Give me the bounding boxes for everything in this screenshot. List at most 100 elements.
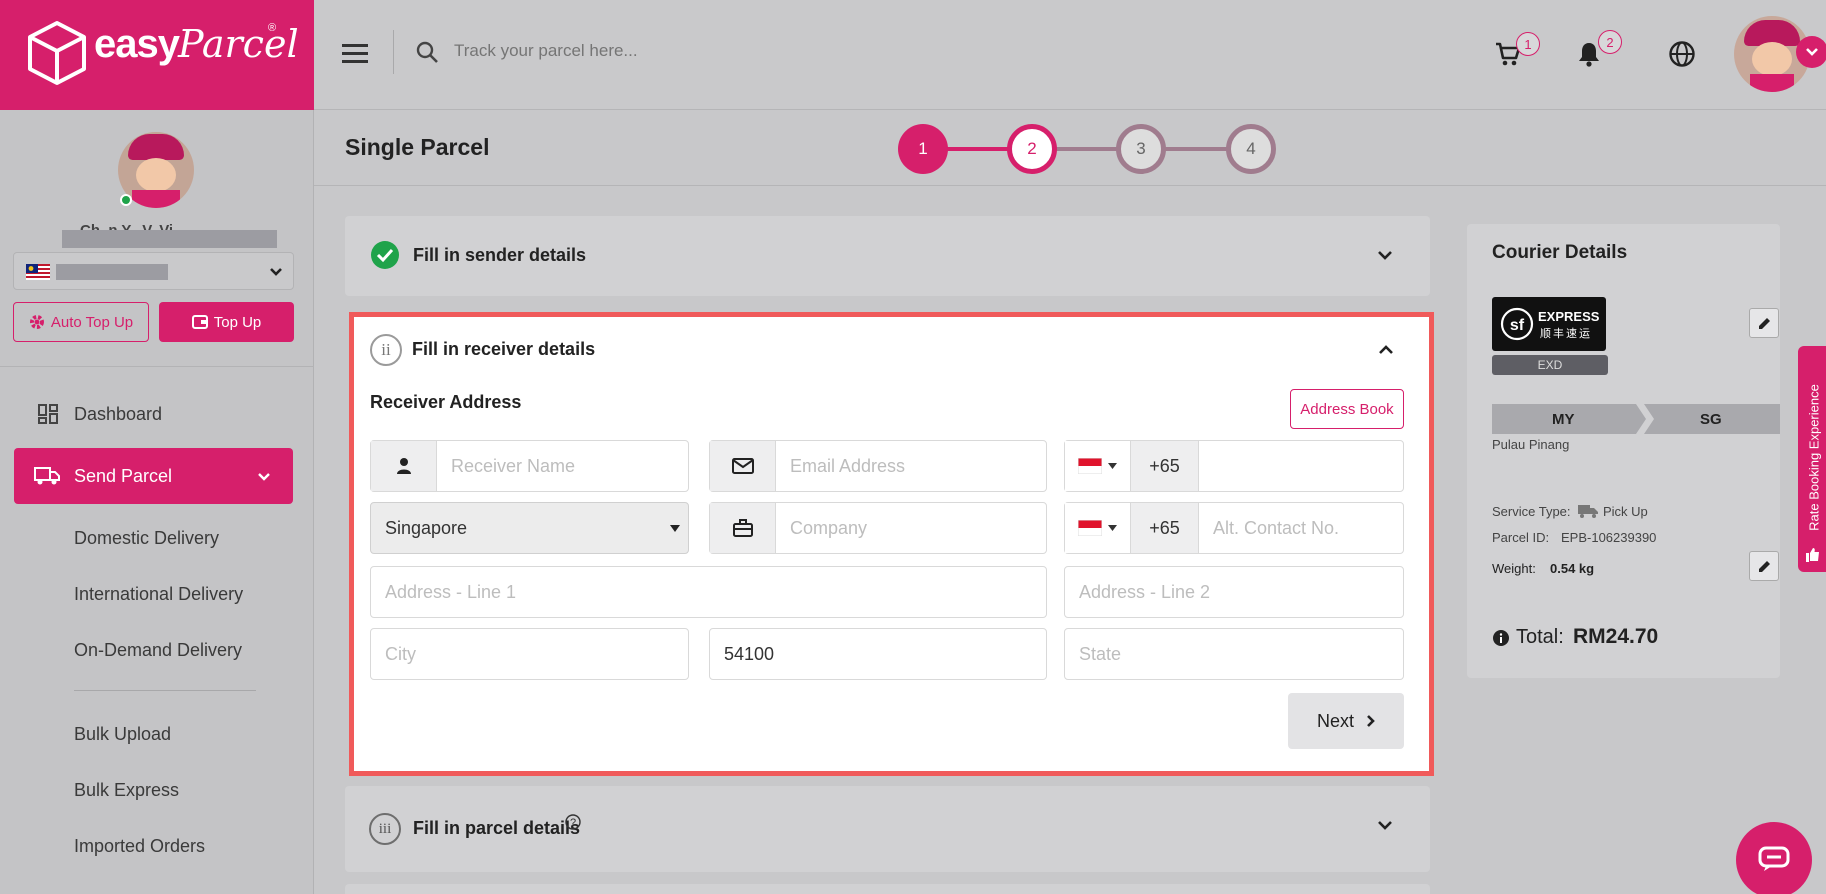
chat-button[interactable] <box>1736 822 1812 894</box>
chevron-down-icon <box>1378 821 1392 830</box>
sidebar-item-international-delivery[interactable]: International Delivery <box>74 584 243 605</box>
address-line-1-placeholder: Address - Line 1 <box>385 581 517 602</box>
menu-icon[interactable] <box>342 43 368 63</box>
address-line-1-field[interactable]: Address - Line 1 <box>370 566 1047 618</box>
notifications-button[interactable]: 2 <box>1576 30 1622 72</box>
sidebar-item-bulk-upload[interactable]: Bulk Upload <box>74 724 171 745</box>
state-placeholder: State <box>1079 643 1122 664</box>
check-circle-icon <box>371 241 399 269</box>
alt-contact-placeholder: Alt. Contact No. <box>1213 517 1340 538</box>
info-icon[interactable] <box>1492 629 1510 647</box>
city-placeholder: City <box>385 643 416 664</box>
total-label: Total: <box>1516 626 1564 648</box>
alt-phone-country-picker[interactable] <box>1065 503 1131 553</box>
courier-logo: sf EXPRESS 顺丰速运 <box>1492 297 1606 351</box>
alt-contact-field[interactable]: +65 Alt. Contact No. <box>1064 502 1404 554</box>
svg-text:sf: sf <box>1510 317 1525 334</box>
sidebar-item-dashboard[interactable]: Dashboard <box>14 386 293 442</box>
sender-section[interactable]: Fill in sender details <box>345 216 1430 296</box>
courier-logo-line2: 顺丰速运 <box>1540 328 1592 340</box>
next-button[interactable]: Next <box>1288 693 1404 749</box>
sidebar-item-domestic-delivery[interactable]: Domestic Delivery <box>74 528 219 549</box>
pencil-icon <box>1758 317 1770 329</box>
email-field[interactable]: Email Address <box>709 440 1047 492</box>
step-2[interactable]: 2 <box>1007 124 1057 174</box>
globe-icon[interactable] <box>1668 40 1696 68</box>
postcode-value: 54100 <box>724 643 775 664</box>
sidebar-item-label: Send Parcel <box>74 465 173 486</box>
alt-phone-code: +65 <box>1131 503 1199 553</box>
company-field[interactable]: Company <box>709 502 1047 554</box>
caret-down-icon <box>670 525 680 532</box>
country-select[interactable]: Singapore <box>370 502 689 554</box>
phone-code: +65 <box>1131 441 1199 491</box>
sidebar-item-label: Dashboard <box>74 403 163 424</box>
courier-details-heading: Courier Details <box>1492 242 1628 263</box>
edit-courier-button[interactable] <box>1749 308 1779 338</box>
receiver-name-placeholder: Receiver Name <box>451 455 576 476</box>
person-icon <box>396 458 411 474</box>
divider <box>0 366 314 367</box>
online-status-dot <box>120 194 132 206</box>
account-menu-toggle[interactable] <box>1796 36 1826 68</box>
step-1[interactable]: 1 <box>898 124 948 174</box>
courier-logo-line1: EXPRESS <box>1538 309 1600 324</box>
truck-icon <box>1578 505 1598 518</box>
sidebar-item-send-parcel[interactable]: Send Parcel <box>14 448 293 504</box>
step-3[interactable]: 3 <box>1116 124 1166 174</box>
origin-country: MY <box>1552 411 1575 428</box>
top-up-label: Top Up <box>213 313 262 331</box>
company-addon <box>710 503 776 553</box>
city-field[interactable]: City <box>370 628 689 680</box>
parcel-section[interactable]: iii Fill in parcel details ? <box>345 786 1430 872</box>
receiver-address-heading: Receiver Address <box>370 392 522 412</box>
cart-button[interactable]: 1 <box>1494 32 1540 72</box>
step-numeral-badge: ii <box>370 334 402 366</box>
parcel-id-label: Parcel ID: <box>1492 530 1550 545</box>
top-up-button[interactable]: Top Up <box>159 302 294 342</box>
sidebar-item-bulk-express[interactable]: Bulk Express <box>74 780 179 801</box>
singapore-flag-icon <box>1078 458 1102 474</box>
chat-bubble-icon <box>1758 846 1790 871</box>
country-value: Singapore <box>385 517 468 538</box>
service-code-badge: EXD <box>1492 355 1608 375</box>
rate-booking-experience-tab[interactable]: Rate Booking Experience <box>1798 346 1826 572</box>
weight-label: Weight: <box>1492 561 1536 576</box>
svg-text:?: ? <box>570 817 576 829</box>
step-numeral-badge: iii <box>369 813 401 845</box>
sidebar-item-imported-orders[interactable]: Imported Orders <box>74 836 205 857</box>
brand-name-script: Parcel <box>178 22 299 66</box>
next-label: Next <box>1316 710 1354 731</box>
receiver-name-field[interactable]: Receiver Name <box>370 440 689 492</box>
caret-down-icon <box>1108 463 1117 469</box>
receiver-section: ii Fill in receiver details Receiver Add… <box>349 312 1434 776</box>
sidebar-item-on-demand-delivery[interactable]: On-Demand Delivery <box>74 640 242 661</box>
chevron-up-icon[interactable] <box>1378 343 1394 355</box>
address-line-2-field[interactable]: Address - Line 2 <box>1064 566 1404 618</box>
weight-value: 0.54 kg <box>1550 561 1595 576</box>
sf-express-logo-icon: sf <box>1500 307 1534 341</box>
parcel-id-value: EPB-106239390 <box>1561 530 1657 545</box>
state-field[interactable]: State <box>1064 628 1404 680</box>
help-circle-icon[interactable]: ? <box>565 814 581 830</box>
brand-logo[interactable]: easy Parcel ® <box>0 0 314 110</box>
phone-country-picker[interactable] <box>1065 441 1131 491</box>
address-book-button[interactable]: Address Book <box>1290 389 1404 429</box>
brand-name: easy <box>94 22 180 66</box>
parcel-section-title: Fill in parcel details <box>413 818 581 838</box>
wallet-icon <box>191 315 208 329</box>
sidebar: Ch..n Y.. V. Vi.. Auto Top Up Top Up Das… <box>0 110 314 894</box>
edit-parcel-button[interactable] <box>1749 551 1779 581</box>
auto-top-up-button[interactable]: Auto Top Up <box>13 302 149 342</box>
pencil-icon <box>1758 560 1770 572</box>
divider <box>74 690 256 691</box>
phone-field[interactable]: +65 <box>1064 440 1404 492</box>
track-parcel-input[interactable] <box>454 36 874 66</box>
step-4[interactable]: 4 <box>1226 124 1276 174</box>
postcode-field[interactable]: 54100 <box>709 628 1047 680</box>
chevron-down-icon <box>1806 48 1818 56</box>
chevron-down-icon <box>270 268 282 276</box>
email-addon <box>710 441 776 491</box>
wallet-selector[interactable] <box>13 252 294 290</box>
company-placeholder: Company <box>790 517 868 538</box>
